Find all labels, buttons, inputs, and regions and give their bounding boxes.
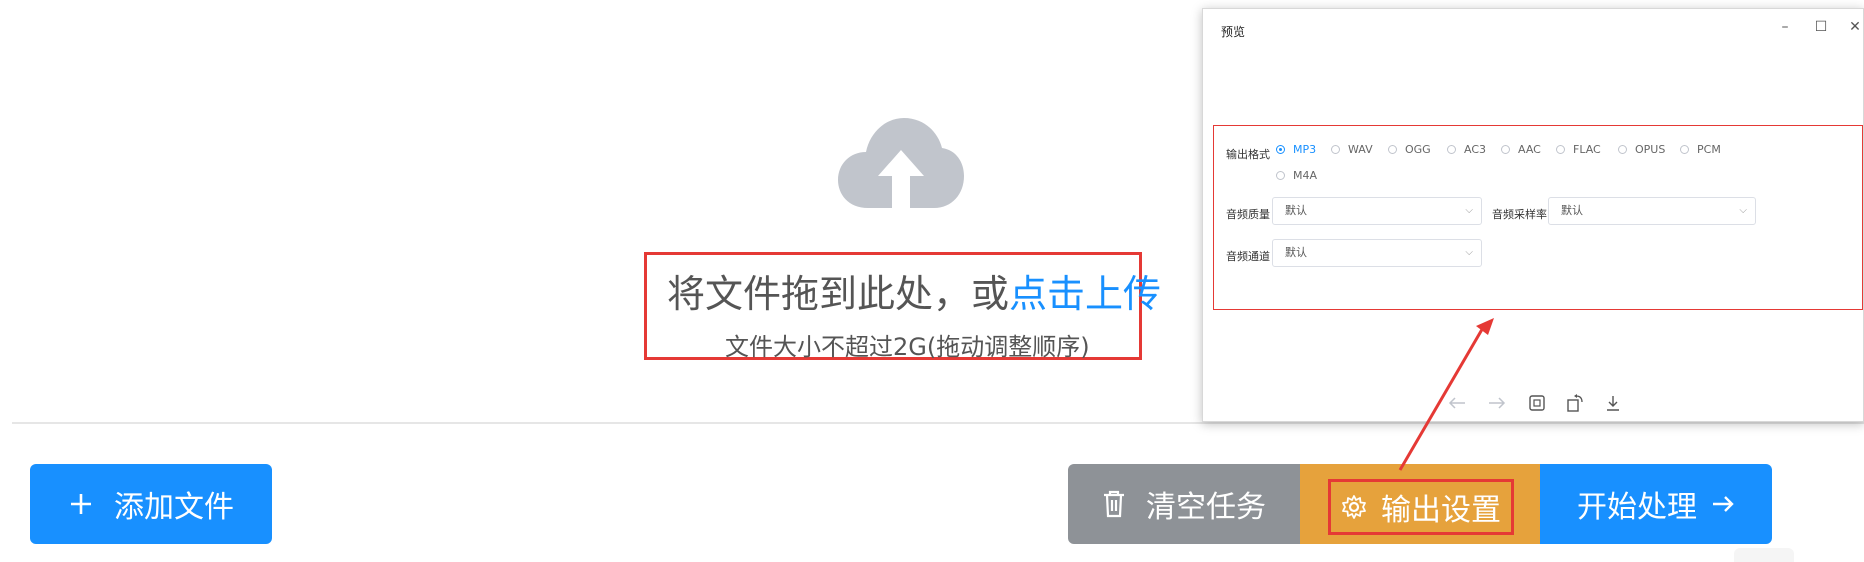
divider — [12, 422, 1864, 424]
start-processing-label: 开始处理 — [1577, 490, 1697, 525]
gear-icon — [1341, 494, 1367, 520]
audio-channel-select[interactable]: 默认 ⌵ — [1272, 239, 1482, 267]
format-radio-pcm[interactable]: PCM — [1680, 143, 1721, 156]
minimize-icon[interactable]: – — [1775, 17, 1795, 37]
format-radio-aac[interactable]: AAC — [1501, 143, 1541, 156]
close-icon[interactable]: ✕ — [1845, 17, 1864, 37]
format-radio-flac[interactable]: FLAC — [1556, 143, 1601, 156]
output-format-label: 输出格式 — [1226, 148, 1270, 161]
click-upload-link[interactable]: 点击上传 — [1009, 272, 1161, 316]
file-size-hint: 文件大小不超过2G(拖动调整顺序) — [725, 333, 1090, 361]
add-file-label: 添加文件 — [114, 490, 234, 525]
output-settings-button[interactable]: 输出设置 — [1300, 464, 1540, 544]
preview-title: 预览 — [1221, 25, 1246, 39]
start-processing-button[interactable]: 开始处理 — [1540, 464, 1772, 544]
trash-icon — [1102, 490, 1126, 518]
corner-element — [1734, 548, 1794, 562]
drop-title: 将文件拖到此处，或点击上传 — [667, 263, 1161, 318]
chevron-down-icon: ⌵ — [1739, 205, 1747, 216]
drop-instructions-box: 将文件拖到此处，或点击上传 文件大小不超过2G(拖动调整顺序) — [644, 252, 1161, 361]
arrow-right-icon — [1711, 492, 1735, 516]
settings-highlight-box: 输出格式 MP3 WAV OGG AC3 AAC FLAC OPUS PCM M… — [1213, 125, 1863, 310]
cloud-upload-icon — [838, 118, 964, 214]
chevron-down-icon: ⌵ — [1465, 205, 1473, 216]
format-radio-wav[interactable]: WAV — [1331, 143, 1373, 156]
clear-tasks-button[interactable]: 清空任务 — [1068, 464, 1300, 544]
fit-screen-icon[interactable] — [1527, 393, 1547, 413]
output-settings-label: 输出设置 — [1381, 493, 1501, 528]
rotate-icon[interactable] — [1565, 393, 1585, 413]
format-radio-ogg[interactable]: OGG — [1388, 143, 1431, 156]
sample-rate-label: 音频采样率 — [1492, 208, 1547, 221]
add-file-button[interactable]: 添加文件 — [30, 464, 272, 544]
format-radio-m4a[interactable]: M4A — [1276, 169, 1317, 182]
audio-quality-select[interactable]: 默认 ⌵ — [1272, 197, 1482, 225]
download-icon[interactable] — [1603, 393, 1623, 413]
format-radio-ac3[interactable]: AC3 — [1447, 143, 1486, 156]
chevron-down-icon: ⌵ — [1465, 247, 1473, 258]
sample-rate-select[interactable]: 默认 ⌵ — [1548, 197, 1756, 225]
output-settings-highlight: 输出设置 — [1328, 479, 1514, 535]
arrow-left-icon[interactable] — [1447, 393, 1467, 413]
preview-window: 预览 – ☐ ✕ 输出格式 MP3 WAV OGG AC3 AAC FLAC O… — [1202, 8, 1864, 422]
format-radio-mp3[interactable]: MP3 — [1276, 143, 1316, 156]
clear-tasks-label: 清空任务 — [1146, 490, 1266, 525]
audio-channel-label: 音频通道 — [1226, 250, 1270, 263]
maximize-icon[interactable]: ☐ — [1811, 17, 1831, 37]
drop-prefix: 将文件拖到此处，或 — [667, 272, 1010, 316]
audio-quality-label: 音频质量 — [1226, 208, 1270, 221]
format-radio-opus[interactable]: OPUS — [1618, 143, 1665, 156]
plus-icon — [68, 491, 94, 517]
arrow-right-icon[interactable] — [1487, 393, 1507, 413]
